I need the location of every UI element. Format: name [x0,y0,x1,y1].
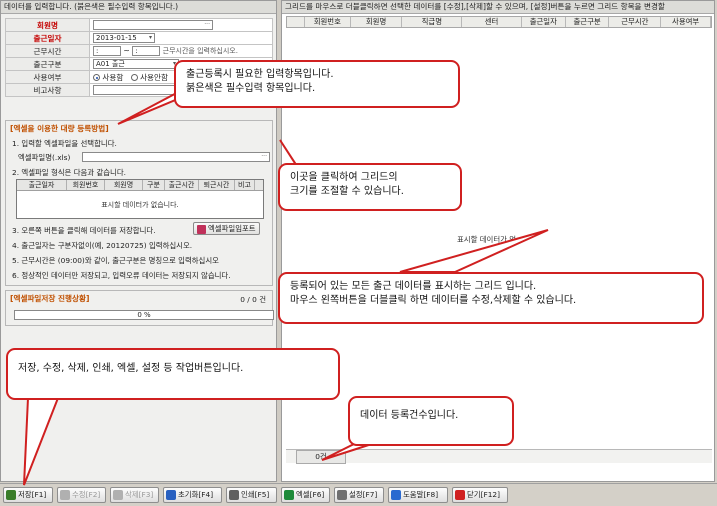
gear-icon [337,490,347,500]
grid-panel-header: 그리드를 마우스로 더블클릭하면 선택한 데이터를 [수정],[삭제]할 수 있… [282,1,714,14]
excel-format-column-header: 비고 [235,180,255,190]
member-name-label: 회원명 [5,18,90,32]
reset-icon [166,490,176,500]
excel-step-2: 2. 엑셀파일 형식은 다음과 같습니다. [12,168,126,177]
toolbar-button-label: 삭제[F3] [125,490,154,499]
delete-button[interactable]: 삭제[F3] [110,487,159,503]
use-on-label: 사용함 [102,72,124,82]
grid-column-header[interactable]: 회원번호 [305,17,351,27]
excel-format-column-header: 출근시간 [165,180,199,190]
lookup-icon[interactable]: ··· [204,21,210,29]
toolbar-button-label: 도움말[F8] [403,490,439,499]
toolbar-button-label: 인쇄[F5] [241,490,270,499]
callout-grid-resize: 이곳을 클릭하여 그리드의 크기를 조절할 수 있습니다. [278,163,462,211]
member-name-input[interactable]: ··· [93,20,213,30]
attend-date-input[interactable]: 2013-01-15 ▾ [93,33,155,43]
grid-row-indicator-header [287,17,305,27]
progress-percent: 0 % [137,311,151,319]
work-time-start-input[interactable]: : [93,46,121,56]
excel-step-1: 1. 입력할 엑셀파일을 선택합니다. [12,139,117,148]
chevron-down-icon[interactable]: ▾ [149,34,152,42]
toolbar-button-label: 수정[F2] [72,490,101,499]
progress-title: [엑셀파일저장 진행상황] [10,294,90,303]
grid-column-header[interactable]: 사용여부 [661,17,711,27]
callout-buttons: 저장, 수정, 삭제, 인쇄, 엑셀, 설정 등 작업버튼입니다. [6,348,340,400]
excel-format-grid: 출근일자 회원번호 회원명 구분 출근시간 퇴근시간 비고 표시할 데이터가 없습니다. [16,179,264,219]
excel-format-column-header: 퇴근시간 [199,180,235,190]
attend-type-label: 출근구분 [5,57,90,71]
toolbar-button-label: 닫기[F12] [467,490,501,499]
excel-step-5: 5. 근무시간은 (09:00)와 같이, 출근구분은 명칭으로 입력하십시오 [12,256,219,265]
excel-file-label: 엑셀파일명(.xls) [18,153,71,162]
gear-button[interactable]: 설정[F7] [334,487,384,503]
excel-format-column-header: 구분 [143,180,165,190]
toolbar-button-label: 저장[F1] [18,490,47,499]
use-off-label: 사용안함 [140,72,169,82]
grid-column-header[interactable]: 출근일자 [522,17,566,27]
toolbar-button-label: 설정[F7] [349,490,378,499]
grid-column-header[interactable]: 근무시간 [609,17,662,27]
attend-type-select[interactable]: A01 출근▾ [93,59,179,69]
input-panel-header: 데이터를 입력합니다. (붉은색은 필수입력 항목입니다.) [1,1,276,14]
save-icon [6,490,16,500]
callout-count: 데이터 등록건수입니다. [348,396,514,446]
work-time-hint: 근무시간을 입력하십시오. [162,47,238,55]
progress-count: 0 / 0 건 [240,295,266,304]
edit-button[interactable]: 수정[F2] [57,487,106,503]
close-icon [455,490,465,500]
work-time-end-input[interactable]: : [132,46,161,56]
attend-date-label: 출근일자 [5,31,90,45]
excel-icon [197,224,206,234]
excel-import-title: [엑셀을 이용한 대량 등록방법] [10,124,109,133]
save-button[interactable]: 저장[F1] [3,487,53,503]
use-on-radio[interactable] [93,74,100,81]
excel-empty-text: 표시할 데이터가 없습니다. [101,201,179,209]
grid-column-header[interactable]: 직급명 [402,17,463,27]
excel-import-section: [엑셀을 이용한 대량 등록방법] 1. 입력할 엑셀파일을 선택합니다. 엑셀… [5,120,273,286]
grid-empty-text: 표시할 데이터가 없 [457,235,517,244]
grid-column-header[interactable]: 센터 [462,17,522,27]
record-count: 0건 [296,450,346,464]
print-icon [229,490,239,500]
help-button[interactable]: 도움말[F8] [388,487,448,503]
excel-format-column-header: 회원번호 [67,180,105,190]
action-toolbar: 저장[F1] 수정[F2] 삭제[F3] 초기화[F4] 인쇄[F5] 엑셀[F6] 설정[… [0,483,717,506]
excel-progress-section: [엑셀파일저장 진행상황] 0 / 0 건 0 % [5,290,274,326]
grid-column-header[interactable]: 출근구분 [566,17,610,27]
excel-step-3: 3. 오른쪽 버튼을 클릭해 데이터를 저장합니다. [12,226,156,235]
grid-footer: 0건 [286,449,712,464]
grid-column-header[interactable]: 회원명 [351,17,403,27]
note-label: 비고사항 [5,83,90,97]
excel-button[interactable]: 엑셀[F6] [281,487,330,503]
use-off-radio[interactable] [130,74,138,81]
progress-bar: 0 % [14,310,274,320]
callout-grid: 등록되어 있는 모든 출근 데이터를 표시하는 그리드 입니다. 마우스 왼쪽버… [278,272,704,324]
edit-icon [60,490,70,500]
excel-format-column-header: 회원명 [105,180,143,190]
excel-import-button[interactable]: 엑셀파일임포트 [193,222,260,235]
use-label: 사용여부 [5,70,90,84]
excel-step-6: 6. 정상적인 데이터만 저장되고, 입력오류 데이터는 저장되지 않습니다. [12,271,231,280]
grid-column-header: 회원번호 회원명 직급명 센터 출근일자 출근구분 근무시간 사용여부 [286,16,712,28]
excel-step-4: 4. 출근일자는 구분자없이(예, 20120725) 입력하십시오. [12,241,193,250]
callout-input-items: 출근등록시 필요한 입력항목입니다. 붉은색은 필수입력 항목입니다. [174,60,460,108]
excel-icon [284,490,294,500]
close-button[interactable]: 닫기[F12] [452,487,508,503]
reset-button[interactable]: 초기화[F4] [163,487,222,503]
work-time-label: 근무시간 [5,44,90,58]
browse-icon[interactable]: ··· [261,153,267,161]
help-icon [391,490,401,500]
excel-format-column-header: 출근일자 [17,180,67,190]
excel-file-input[interactable]: ··· [82,152,270,162]
toolbar-button-label: 초기화[F4] [178,490,214,499]
print-button[interactable]: 인쇄[F5] [226,487,277,503]
delete-icon [113,490,123,500]
toolbar-button-label: 엑셀[F6] [296,490,325,499]
